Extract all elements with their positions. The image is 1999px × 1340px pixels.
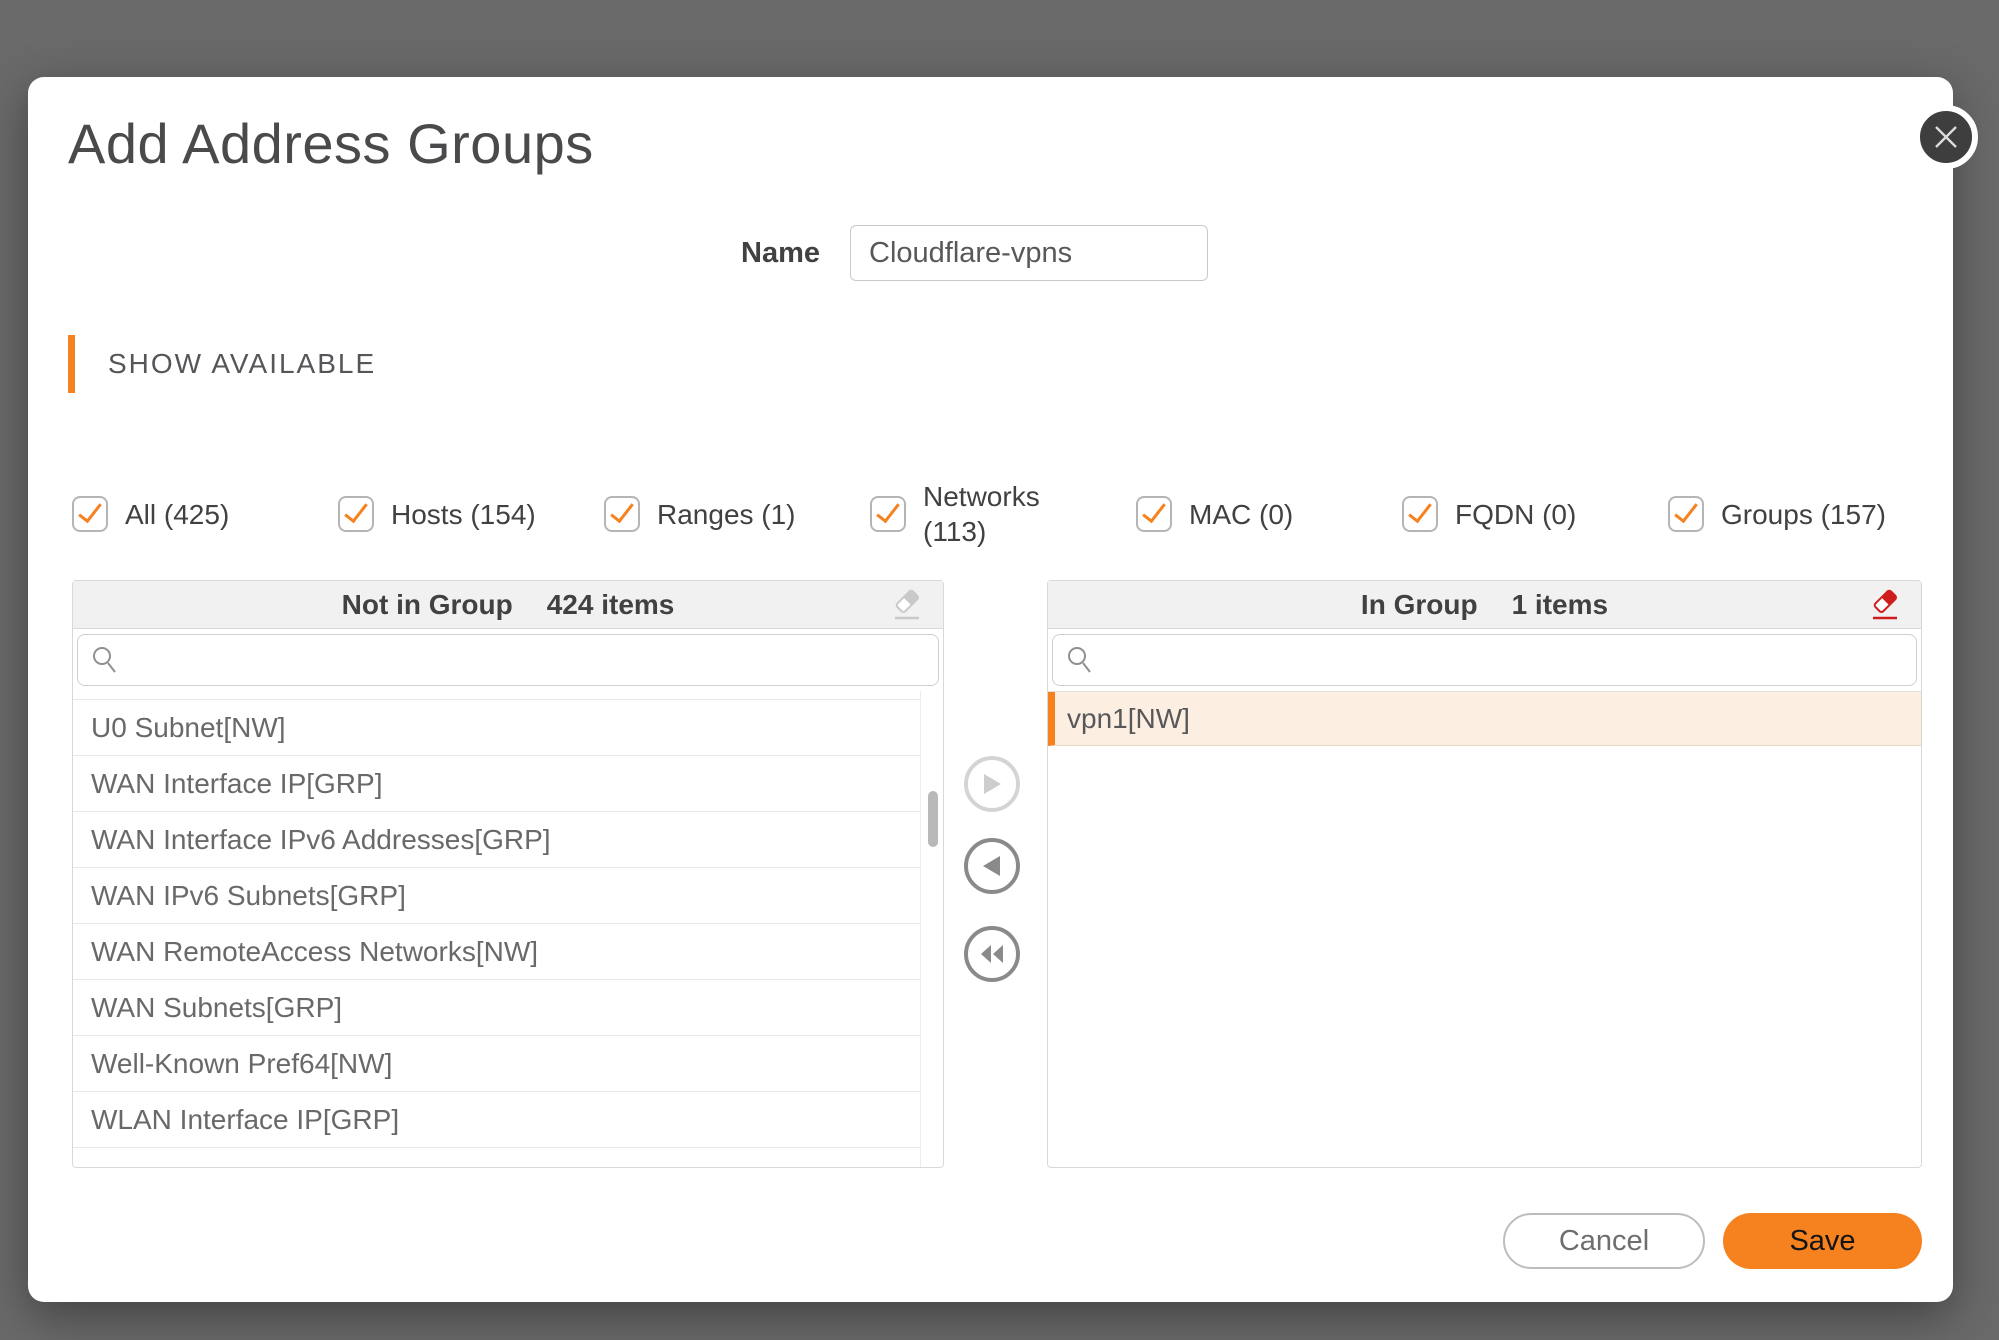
not-in-group-header: Not in Group 424 items xyxy=(73,581,943,629)
panel-item-count: 1 items xyxy=(1512,589,1609,621)
checkbox-checked-icon[interactable] xyxy=(604,496,640,532)
filter-checkbox-row: All (425) Hosts (154) Ranges (1) Network… xyxy=(72,469,1942,559)
check-icon xyxy=(1142,498,1166,524)
in-group-search-box xyxy=(1052,634,1917,686)
checkbox-checked-icon[interactable] xyxy=(338,496,374,532)
in-group-list: vpn1[NW] xyxy=(1048,691,1921,1167)
in-group-header: In Group 1 items xyxy=(1048,581,1921,629)
panel-item-count: 424 items xyxy=(547,589,675,621)
filter-label: Networks (113) xyxy=(923,479,1105,549)
show-available-section: SHOW AVAILABLE xyxy=(68,335,376,393)
checkbox-checked-icon[interactable] xyxy=(1402,496,1438,532)
check-icon xyxy=(344,498,368,524)
arrow-right-icon xyxy=(981,772,1003,796)
search-icon xyxy=(1066,645,1094,675)
check-icon xyxy=(610,498,634,524)
double-arrow-left-icon xyxy=(979,943,1005,965)
cancel-button[interactable]: Cancel xyxy=(1503,1213,1705,1269)
list-item[interactable]: WLAN Interface IP[GRP] xyxy=(73,1092,921,1148)
checkbox-checked-icon[interactable] xyxy=(72,496,108,532)
filter-label: Hosts (154) xyxy=(391,497,536,532)
panel-title: Not in Group xyxy=(342,589,513,621)
check-icon xyxy=(1674,498,1698,524)
filter-checkbox-fqdn[interactable]: FQDN (0) xyxy=(1402,469,1668,559)
eraser-icon xyxy=(1869,587,1901,623)
list-item[interactable]: WAN Interface IP[GRP] xyxy=(73,756,921,812)
scrollbar-thumb[interactable] xyxy=(928,791,938,847)
search-input[interactable] xyxy=(1104,635,1903,685)
list-item[interactable]: U0 Subnet[NW] xyxy=(73,700,921,756)
filter-checkbox-mac[interactable]: MAC (0) xyxy=(1136,469,1402,559)
list-item[interactable]: WAN Interface IPv6 Addresses[GRP] xyxy=(73,812,921,868)
list-item[interactable]: Well-Known Pref64[NW] xyxy=(73,1036,921,1092)
eraser-icon xyxy=(891,587,923,623)
filter-checkbox-groups[interactable]: Groups (157) xyxy=(1668,469,1934,559)
list-item[interactable]: WAN IPv6 Subnets[GRP] xyxy=(73,868,921,924)
checkbox-checked-icon[interactable] xyxy=(870,496,906,532)
move-right-button[interactable] xyxy=(964,756,1020,812)
search-icon xyxy=(91,645,119,675)
panel-title: In Group xyxy=(1361,589,1478,621)
filter-label: Ranges (1) xyxy=(657,497,796,532)
list-item[interactable]: WAN Subnets[GRP] xyxy=(73,980,921,1036)
list-item[interactable]: WAN RemoteAccess Networks[NW] xyxy=(73,924,921,980)
move-all-left-button[interactable] xyxy=(964,926,1020,982)
name-label: Name xyxy=(588,225,820,281)
in-group-panel: In Group 1 items vpn1[NW] xyxy=(1047,580,1922,1168)
close-button[interactable] xyxy=(1914,105,1978,169)
filter-label: Groups (157) xyxy=(1721,497,1886,532)
list-item-selected[interactable]: vpn1[NW] xyxy=(1048,692,1921,746)
filter-label: MAC (0) xyxy=(1189,497,1293,532)
add-address-groups-dialog: Add Address Groups Name SHOW AVAILABLE A… xyxy=(28,77,1953,1302)
filter-label: FQDN (0) xyxy=(1455,497,1576,532)
name-input[interactable] xyxy=(850,225,1208,281)
not-in-group-panel: Not in Group 424 items U0 Subne xyxy=(72,580,944,1168)
filter-checkbox-hosts[interactable]: Hosts (154) xyxy=(338,469,604,559)
not-in-group-search-box xyxy=(77,634,939,686)
filter-checkbox-networks[interactable]: Networks (113) xyxy=(870,469,1136,559)
checkbox-checked-icon[interactable] xyxy=(1668,496,1704,532)
check-icon xyxy=(1408,498,1432,524)
list-item-partial xyxy=(73,691,921,700)
save-button[interactable]: Save xyxy=(1723,1213,1922,1269)
not-in-group-list: U0 Subnet[NW] WAN Interface IP[GRP] WAN … xyxy=(73,691,943,1167)
clear-selection-button[interactable] xyxy=(1869,587,1901,628)
dialog-title: Add Address Groups xyxy=(68,111,594,176)
filter-label: All (425) xyxy=(125,497,229,532)
filter-checkbox-ranges[interactable]: Ranges (1) xyxy=(604,469,870,559)
checkbox-checked-icon[interactable] xyxy=(1136,496,1172,532)
move-left-button[interactable] xyxy=(964,838,1020,894)
accent-bar xyxy=(68,335,75,393)
close-icon xyxy=(1931,122,1961,152)
clear-selection-button-disabled xyxy=(891,587,923,628)
section-header-label: SHOW AVAILABLE xyxy=(108,348,376,380)
search-input[interactable] xyxy=(129,635,925,685)
check-icon xyxy=(876,498,900,524)
arrow-left-icon xyxy=(981,854,1003,878)
filter-checkbox-all[interactable]: All (425) xyxy=(72,469,338,559)
check-icon xyxy=(78,498,102,524)
